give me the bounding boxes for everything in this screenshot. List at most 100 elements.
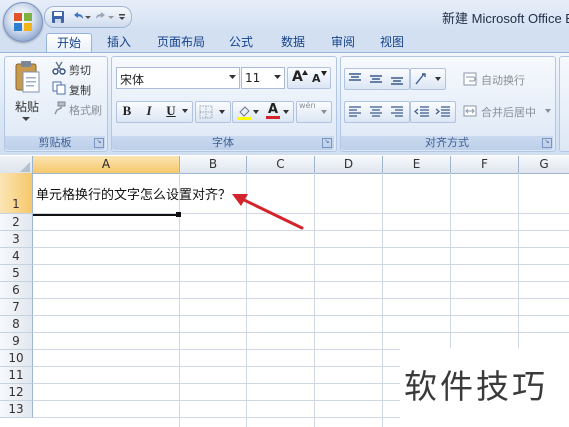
row-header-6[interactable]: 6 — [0, 282, 33, 299]
fill-color-button[interactable] — [235, 102, 261, 122]
underline-dropdown-icon[interactable] — [182, 109, 188, 114]
font-color-dropdown-icon — [283, 110, 289, 114]
font-name-combo[interactable]: 宋体 — [116, 67, 240, 89]
tab-formulas[interactable]: 公式 — [222, 33, 260, 52]
font-color-glyph: A — [268, 102, 279, 117]
row-header-13[interactable]: 13 — [0, 401, 33, 418]
horizontal-align-frame — [344, 101, 410, 123]
color-buttons-frame: A — [232, 101, 294, 123]
orientation-icon — [415, 73, 426, 85]
column-header-c[interactable]: C — [247, 156, 315, 174]
indent-frame — [410, 101, 456, 123]
tab-page-layout[interactable]: 页面布局 — [150, 33, 212, 52]
align-left-icon[interactable] — [348, 105, 362, 119]
align-bottom-icon[interactable] — [390, 72, 404, 86]
row-header-1[interactable]: 1 — [0, 173, 33, 214]
merge-center-icon — [463, 105, 477, 117]
font-size-combo[interactable]: 11 — [241, 67, 285, 89]
select-all-button[interactable] — [0, 156, 33, 174]
merge-center-button[interactable]: 合并后居中 — [460, 101, 554, 121]
font-name-value: 宋体 — [120, 73, 145, 87]
format-painter-label: 格式刷 — [69, 104, 102, 117]
tab-view[interactable]: 视图 — [373, 33, 411, 52]
gridline — [33, 247, 569, 248]
font-launcher-icon[interactable]: ↘ — [322, 138, 332, 148]
row-header-3[interactable]: 3 — [0, 231, 33, 248]
decrease-indent-icon[interactable] — [414, 105, 430, 119]
paste-dropdown-icon — [22, 117, 30, 121]
column-header-e[interactable]: E — [383, 156, 451, 174]
font-size-value: 11 — [245, 71, 261, 85]
office-button[interactable] — [3, 2, 43, 42]
font-name-dropdown-icon — [229, 75, 236, 79]
align-right-icon[interactable] — [390, 105, 404, 119]
shrink-font-button[interactable]: A — [310, 68, 328, 88]
align-center-icon[interactable] — [369, 105, 383, 119]
row-header-7[interactable]: 7 — [0, 299, 33, 316]
grow-font-button[interactable]: A — [290, 68, 308, 88]
watermark-text: 软件技巧 — [404, 367, 548, 406]
borders-icon — [199, 105, 213, 119]
select-all-triangle-icon — [20, 162, 30, 172]
copy-icon — [52, 81, 66, 95]
paste-label: 粘贴 — [15, 100, 40, 114]
cut-button[interactable]: 剪切 — [50, 59, 104, 79]
borders-dropdown-icon — [219, 110, 225, 114]
row-header-8[interactable]: 8 — [0, 316, 33, 333]
gridline — [314, 173, 315, 427]
column-header-d[interactable]: D — [315, 156, 383, 174]
clipboard-launcher-icon[interactable]: ↘ — [94, 138, 104, 148]
font-grow-shrink-frame: A A — [287, 67, 331, 89]
undo-dropdown-icon[interactable] — [84, 9, 92, 25]
orientation-button[interactable] — [410, 68, 446, 90]
wrap-text-button[interactable]: 自动换行 — [460, 69, 542, 89]
increase-indent-icon[interactable] — [435, 105, 451, 119]
tab-review[interactable]: 审阅 — [324, 33, 362, 52]
column-header-a[interactable]: A — [33, 156, 180, 174]
borders-button[interactable] — [195, 101, 231, 123]
column-header-g[interactable]: G — [519, 156, 569, 174]
gridline — [33, 298, 569, 299]
align-top-icon[interactable] — [348, 72, 362, 86]
triangle-up-icon — [302, 70, 308, 75]
font-color-button[interactable]: A — [265, 102, 291, 122]
row-header-4[interactable]: 4 — [0, 248, 33, 265]
format-painter-button[interactable]: 格式刷 — [50, 99, 106, 119]
tab-insert[interactable]: 插入 — [98, 33, 140, 52]
italic-button[interactable]: I — [140, 103, 158, 119]
alignment-group-label: 对齐方式 — [341, 136, 553, 150]
next-group-edge — [559, 56, 569, 152]
quick-access-toolbar — [44, 6, 132, 28]
cell-a1-text: 单元格换行的文字怎么设置对齐？ — [36, 188, 232, 203]
alignment-launcher-icon[interactable]: ↘ — [542, 138, 552, 148]
copy-button[interactable]: 复制 — [50, 79, 104, 99]
paste-button[interactable]: 粘贴 — [7, 58, 45, 134]
bold-button[interactable]: B — [118, 103, 136, 119]
row-header-5[interactable]: 5 — [0, 265, 33, 282]
column-header-b[interactable]: B — [180, 156, 247, 174]
font-size-dropdown-icon — [274, 75, 281, 79]
wrap-text-icon — [463, 72, 477, 86]
save-icon[interactable] — [50, 9, 66, 25]
row-header-12[interactable]: 12 — [0, 384, 33, 401]
row-header-11[interactable]: 11 — [0, 367, 33, 384]
gridline — [33, 264, 569, 265]
underline-button[interactable]: U — [162, 103, 180, 119]
redo-dropdown-icon[interactable] — [107, 9, 115, 25]
tab-home[interactable]: 开始 — [46, 33, 92, 53]
row-header-9[interactable]: 9 — [0, 333, 33, 350]
fill-color-icon — [237, 106, 251, 120]
column-header-f[interactable]: F — [451, 156, 519, 174]
phonetic-guide-button[interactable]: wén — [296, 101, 332, 123]
customize-icon[interactable] — [116, 9, 128, 25]
row-header-2[interactable]: 2 — [0, 214, 33, 231]
shrink-font-glyph: A — [312, 72, 321, 85]
align-middle-icon[interactable] — [369, 72, 383, 86]
gridline — [33, 281, 569, 282]
fill-handle[interactable] — [176, 212, 181, 217]
wrap-text-label: 自动换行 — [481, 74, 525, 87]
tab-data[interactable]: 数据 — [274, 33, 312, 52]
row-header-10[interactable]: 10 — [0, 350, 33, 367]
font-color-swatch — [266, 116, 280, 119]
merge-dropdown-icon — [545, 109, 551, 113]
